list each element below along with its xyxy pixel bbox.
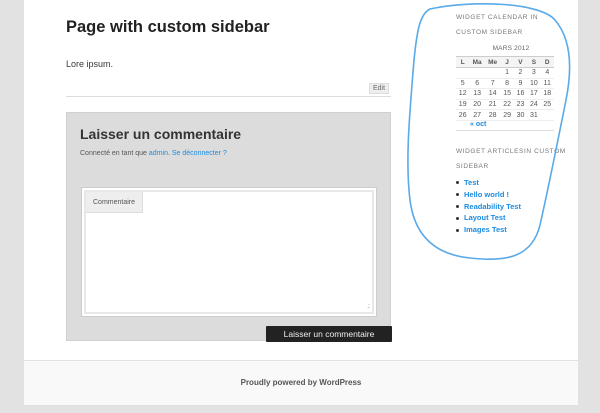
calendar-day: 12 <box>456 88 470 100</box>
bullet-icon <box>456 181 459 185</box>
content-divider <box>66 96 391 97</box>
submit-comment-button[interactable]: Laisser un commentaire <box>266 326 392 342</box>
weekday-header: Ma <box>469 56 485 68</box>
page-container: Page with custom sidebar Lore ipsum. Edi… <box>24 0 578 405</box>
calendar-prev-month-link[interactable]: « oct <box>470 121 486 128</box>
calendar-day: 3 <box>527 67 541 79</box>
calendar-day: 11 <box>540 78 554 90</box>
calendar-day <box>469 67 485 79</box>
weekday-header: D <box>540 56 554 68</box>
resize-grip-icon[interactable]: .: <box>367 303 370 310</box>
footer-credit-link[interactable]: Proudly powered by WordPress <box>24 378 578 387</box>
calendar-day: 28 <box>484 109 501 121</box>
calendar-table: L Ma Me J V S D 1 2 3 4 5 6 7 8 9 10 11 … <box>456 56 554 121</box>
calendar-day: 29 <box>500 109 514 121</box>
calendar-nav: « oct <box>456 121 554 131</box>
weekday-header: S <box>527 56 541 68</box>
comment-form-title: Laisser un commentaire <box>80 126 242 142</box>
weekday-header: Me <box>484 56 501 68</box>
comment-textarea[interactable]: Commentaire .: <box>81 187 377 317</box>
list-item: Test <box>456 177 566 189</box>
calendar-day: 31 <box>527 109 541 121</box>
article-link[interactable]: Test <box>464 178 479 187</box>
list-item: Hello world ! <box>456 189 566 201</box>
custom-sidebar: Widget calendar in custom sidebar MARS 2… <box>456 10 566 236</box>
calendar-day: 14 <box>484 88 501 100</box>
calendar-day: 22 <box>500 99 514 111</box>
weekday-header: V <box>513 56 528 68</box>
article-link[interactable]: Layout Test <box>464 213 506 222</box>
calendar-day: 16 <box>513 88 528 100</box>
bullet-icon <box>456 205 459 209</box>
calendar-day: 19 <box>456 99 470 111</box>
comment-field-label: Commentaire <box>86 192 144 213</box>
calendar-day: 17 <box>527 88 541 100</box>
article-link[interactable]: Images Test <box>464 225 507 234</box>
calendar-day: 13 <box>469 88 485 100</box>
logged-in-notice: Connecté en tant que admin. Se déconnect… <box>80 150 227 157</box>
bullet-icon <box>456 228 459 232</box>
bullet-icon <box>456 193 459 197</box>
article-list: Test Hello world ! Readability Test Layo… <box>456 177 566 236</box>
calendar-day: 4 <box>540 67 554 79</box>
calendar-day: 10 <box>527 78 541 90</box>
logged-in-prefix: Connecté en tant que <box>80 150 147 157</box>
calendar-day: 24 <box>527 99 541 111</box>
calendar-day: 21 <box>484 99 501 111</box>
calendar-day: 9 <box>513 78 528 90</box>
user-profile-link[interactable]: admin <box>149 150 168 157</box>
list-item: Images Test <box>456 224 566 236</box>
calendar-day: 27 <box>469 109 485 121</box>
bullet-icon <box>456 216 459 220</box>
calendar-day: 26 <box>456 109 470 121</box>
calendar-day <box>456 67 470 79</box>
article-link[interactable]: Readability Test <box>464 202 521 211</box>
calendar-day: 1 <box>500 67 514 79</box>
calendar-day: 15 <box>500 88 514 100</box>
site-footer: Proudly powered by WordPress <box>24 360 578 405</box>
page-title: Page with custom sidebar <box>66 18 270 36</box>
calendar-day: 2 <box>513 67 528 79</box>
calendar-caption: MARS 2012 <box>492 45 530 52</box>
edit-link[interactable]: Edit <box>369 83 389 94</box>
article-link[interactable]: Hello world ! <box>464 190 509 199</box>
post-body: Lore ipsum. <box>66 59 114 69</box>
calendar-day: 30 <box>513 109 528 121</box>
calendar-day: 7 <box>484 78 501 90</box>
weekday-header: L <box>456 56 470 68</box>
calendar-day: 20 <box>469 99 485 111</box>
calendar-day: 25 <box>540 99 554 111</box>
comment-textarea-inner[interactable]: Commentaire .: <box>84 190 374 314</box>
calendar-widget-title: Widget calendar in custom sidebar <box>456 14 539 36</box>
logout-link[interactable]: Se déconnecter ? <box>172 150 227 157</box>
articles-widget-title: Widget articlesin custom sidebar <box>456 147 566 170</box>
calendar-day: 18 <box>540 88 554 100</box>
calendar-day <box>540 109 554 121</box>
comment-form: Laisser un commentaire Connecté en tant … <box>66 112 391 341</box>
calendar-day: 5 <box>456 78 470 90</box>
weekday-header: J <box>500 56 514 68</box>
calendar-day: 8 <box>500 78 514 90</box>
calendar-day: 23 <box>513 99 528 111</box>
calendar-day: 6 <box>469 78 485 90</box>
punctuation: . <box>167 150 170 157</box>
list-item: Readability Test <box>456 201 566 213</box>
calendar-day <box>484 67 501 79</box>
list-item: Layout Test <box>456 212 566 224</box>
